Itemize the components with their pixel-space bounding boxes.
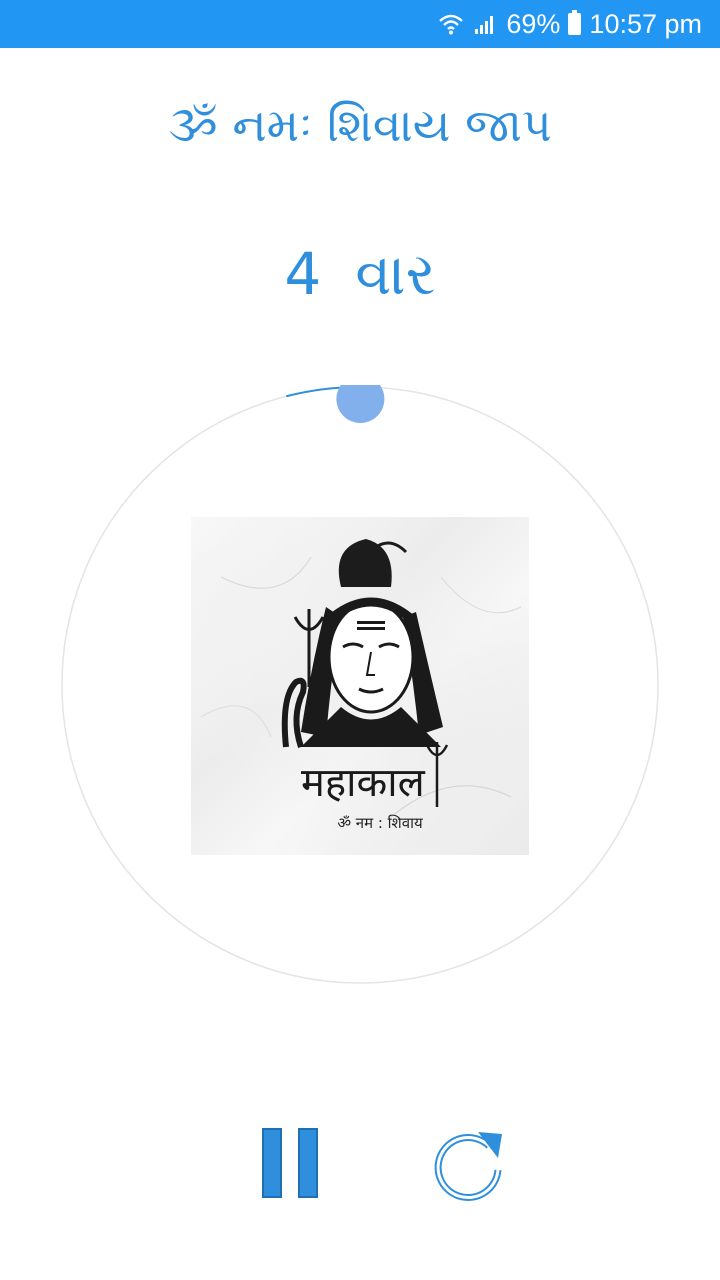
count-value: 4 xyxy=(284,240,322,308)
pause-bar-right xyxy=(298,1128,318,1198)
mahakal-image: महाकाल ॐ नम : शिवाय xyxy=(191,517,529,855)
battery-percent: 69% xyxy=(506,8,561,39)
status-bar: 69% 10:57 pm xyxy=(0,0,720,48)
image-brand-text: महाकाल xyxy=(301,760,425,806)
progress-knob[interactable] xyxy=(336,385,385,423)
refresh-icon xyxy=(434,1132,502,1202)
wifi-icon xyxy=(438,12,464,36)
count-unit: વાર xyxy=(355,240,436,308)
signal-icon xyxy=(472,12,498,36)
reset-button[interactable] xyxy=(432,1128,506,1202)
page-title: ૐ નમઃ શિવાય જાપ xyxy=(168,98,552,152)
pause-bar-left xyxy=(262,1128,282,1198)
jap-counter-screen: 69% 10:57 pm ૐ નમઃ શિવાય જાપ 4 વાર महाका… xyxy=(0,0,720,1280)
battery-icon xyxy=(568,10,582,35)
jap-count: 4 વાર xyxy=(0,240,720,309)
image-caption: ॐ नम : शिवाय xyxy=(337,814,423,832)
pause-button[interactable] xyxy=(262,1128,320,1198)
clock: 10:57 pm xyxy=(589,8,702,39)
